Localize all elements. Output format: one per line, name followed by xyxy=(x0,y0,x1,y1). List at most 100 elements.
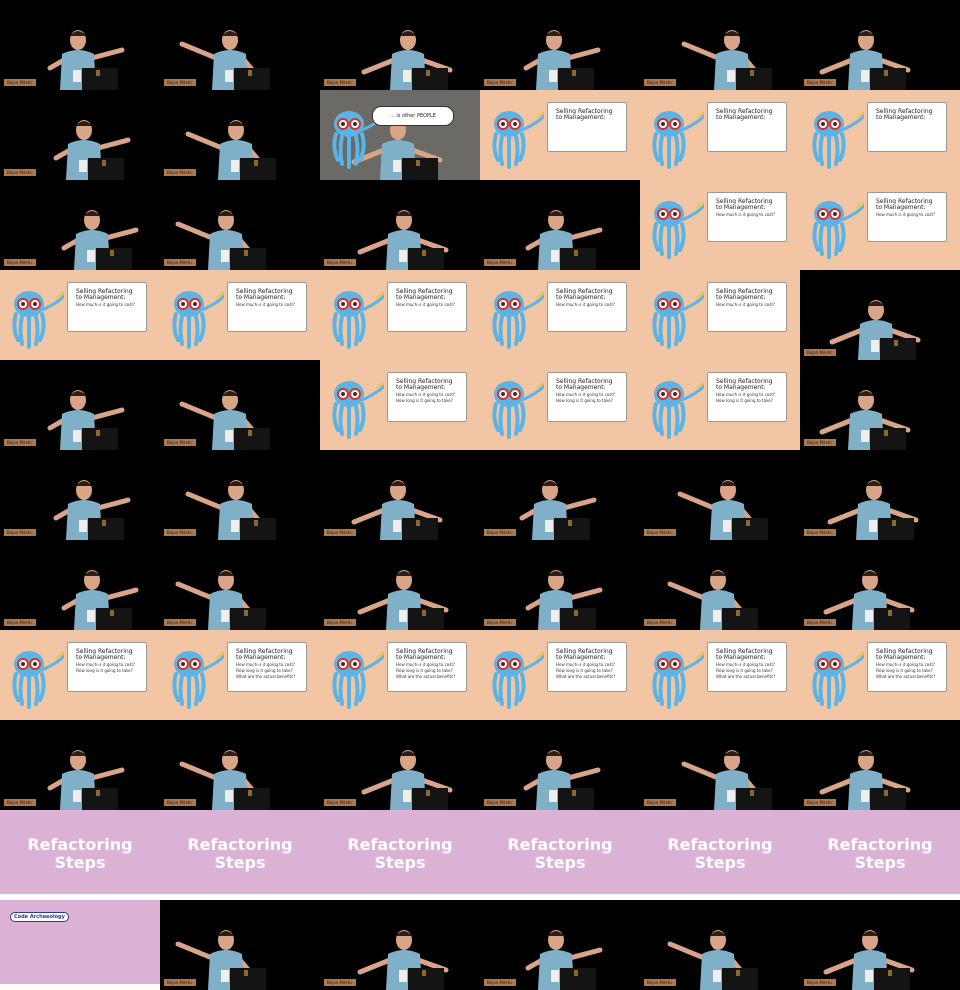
speaker-figure xyxy=(179,390,270,450)
speaker-name-caption: Bojan Miletic xyxy=(324,979,356,986)
speaker-frame: Bojan Miletic xyxy=(0,90,160,180)
speaker-name-caption: Bojan Miletic xyxy=(484,529,516,536)
speaker-figure xyxy=(175,930,266,990)
slide-question: How much is it going to cost? xyxy=(236,662,296,667)
slide-frame: Selling Refactoring to Management: xyxy=(480,90,640,180)
slide-card: Selling Refactoring to Management: xyxy=(707,102,787,152)
section-title: Steps xyxy=(54,853,106,872)
speaker-frame: Bojan Miletic xyxy=(640,0,800,90)
overlay-frame: ... is other PEOPLE xyxy=(320,90,480,180)
speaker-frame: Bojan Miletic xyxy=(640,900,800,990)
speaker-name-caption: Bojan Miletic xyxy=(164,169,196,176)
speaker-figure xyxy=(47,750,125,810)
speaker-name-caption: Bojan Miletic xyxy=(324,259,356,266)
speaker-figure xyxy=(47,390,125,450)
speaker-name-caption: Bojan Miletic xyxy=(164,619,196,626)
speaker-name-caption: Bojan Miletic xyxy=(324,79,356,86)
octopus-mascot-icon xyxy=(812,111,864,169)
slide-frame: Selling Refactoring to Management: How mu… xyxy=(800,630,960,720)
section-title: Refactoring xyxy=(27,835,133,854)
video-frame-grid: Bojan Miletic Bojan Miletic Bojan Mileti… xyxy=(0,0,960,990)
speaker-figure xyxy=(525,210,603,270)
slide-question: How long is it going to take? xyxy=(396,398,453,403)
speaker-frame: Bojan Miletic xyxy=(800,900,960,990)
slide-frame: Selling Refactoring to Management: How mu… xyxy=(320,630,480,720)
speaker-frame: Bojan Miletic xyxy=(0,0,160,90)
slide-card: Selling Refactoring to Management: How mu… xyxy=(67,642,147,692)
speaker-name-caption: Bojan Miletic xyxy=(4,529,36,536)
octopus-mascot-icon xyxy=(492,291,544,349)
octopus-mascot-icon xyxy=(812,651,864,709)
speaker-figure xyxy=(47,30,125,90)
speaker-figure xyxy=(525,570,603,630)
slide-frame: Selling Refactoring to Management: xyxy=(640,90,800,180)
octopus-mascot-icon xyxy=(652,201,704,259)
speaker-frame: Bojan Miletic xyxy=(640,720,800,810)
speaker-name-caption: Bojan Miletic xyxy=(804,529,836,536)
slide-question: How much is it going to cost? xyxy=(396,392,456,397)
speaker-figure xyxy=(351,480,443,540)
speaker-name-caption: Bojan Miletic xyxy=(324,799,356,806)
slide-frame: Selling Refactoring to Management: How mu… xyxy=(640,360,800,450)
speaker-figure xyxy=(357,210,449,270)
speaker-frame: Bojan Miletic xyxy=(320,0,480,90)
speaker-figure xyxy=(361,30,453,90)
speaker-name-caption: Bojan Miletic xyxy=(804,619,836,626)
slide-title: Selling Refactoring to Management: xyxy=(716,648,773,661)
section-title-frame: Refactoring Steps xyxy=(0,810,160,900)
speaker-name-caption: Bojan Miletic xyxy=(484,259,516,266)
section-title: Steps xyxy=(534,853,586,872)
octopus-mascot-icon xyxy=(492,111,544,169)
speaker-name-caption: Bojan Miletic xyxy=(4,619,36,626)
speaker-name-caption: Bojan Miletic xyxy=(804,979,836,986)
octopus-mascot-icon xyxy=(812,201,864,259)
slide-question: How much is it going to cost? xyxy=(716,662,776,667)
slide-frame: Selling Refactoring to Management: How mu… xyxy=(160,630,320,720)
slide-question: How much is it going to cost? xyxy=(716,212,776,217)
code-archaeology-tag: Code Archaeology xyxy=(10,912,69,922)
slide-question: What are the actual benefits? xyxy=(716,674,776,679)
section-title: Refactoring xyxy=(827,835,933,854)
slide-question: How much is it going to cost? xyxy=(396,302,456,307)
section-title-frame: Refactoring Steps xyxy=(800,810,960,900)
speaker-name-caption: Bojan Miletic xyxy=(4,799,36,806)
speaker-frame: Bojan Miletic xyxy=(160,180,320,270)
slide-question: How much is it going to cost? xyxy=(556,302,616,307)
speaker-figure xyxy=(357,930,449,990)
slide-frame: Selling Refactoring to Management: How mu… xyxy=(640,270,800,360)
speaker-frame: Bojan Miletic xyxy=(320,540,480,630)
speaker-frame: Bojan Miletic xyxy=(480,720,640,810)
speaker-figure xyxy=(175,210,266,270)
slide-question: How long is it going to take? xyxy=(556,668,613,673)
slide-title: Selling Refactoring to Management: xyxy=(876,108,933,121)
speaker-figure xyxy=(523,30,601,90)
speaker-frame: Bojan Miletic xyxy=(320,720,480,810)
speaker-figure xyxy=(681,750,772,810)
slide-title: Selling Refactoring to Management: xyxy=(876,198,933,211)
speaker-frame: Bojan Miletic xyxy=(800,540,960,630)
speaker-frame: Bojan Miletic xyxy=(0,720,160,810)
speaker-name-caption: Bojan Miletic xyxy=(164,979,196,986)
speaker-frame: Bojan Miletic xyxy=(0,450,160,540)
slide-frame: Selling Refactoring to Management: How mu… xyxy=(640,630,800,720)
slide-card: Selling Refactoring to Management: How mu… xyxy=(547,282,627,332)
octopus-mascot-icon xyxy=(492,381,544,439)
speaker-frame: Bojan Miletic xyxy=(0,540,160,630)
octopus-mascot-icon xyxy=(652,381,704,439)
slide-frame: Selling Refactoring to Management: How mu… xyxy=(160,270,320,360)
slide-title: Selling Refactoring to Management: xyxy=(236,288,293,301)
octopus-mascot-icon xyxy=(172,291,224,349)
speaker-figure xyxy=(677,480,768,540)
slide-question: What are the actual benefits? xyxy=(876,674,936,679)
speaker-name-caption: Bojan Miletic xyxy=(644,79,676,86)
slide-card: Selling Refactoring to Management: How mu… xyxy=(387,372,467,422)
speaker-figure xyxy=(361,750,453,810)
speaker-figure xyxy=(823,930,915,990)
slide-question: How much is it going to cost? xyxy=(716,392,776,397)
slide-question: How much is it going to cost? xyxy=(716,302,776,307)
slide-frame: Selling Refactoring to Management: xyxy=(800,90,960,180)
speaker-frame: Bojan Miletic xyxy=(160,450,320,540)
slide-question: How much is it going to cost? xyxy=(396,662,456,667)
slide-question: How long is it going to take? xyxy=(236,668,293,673)
speaker-frame: Bojan Miletic xyxy=(640,540,800,630)
